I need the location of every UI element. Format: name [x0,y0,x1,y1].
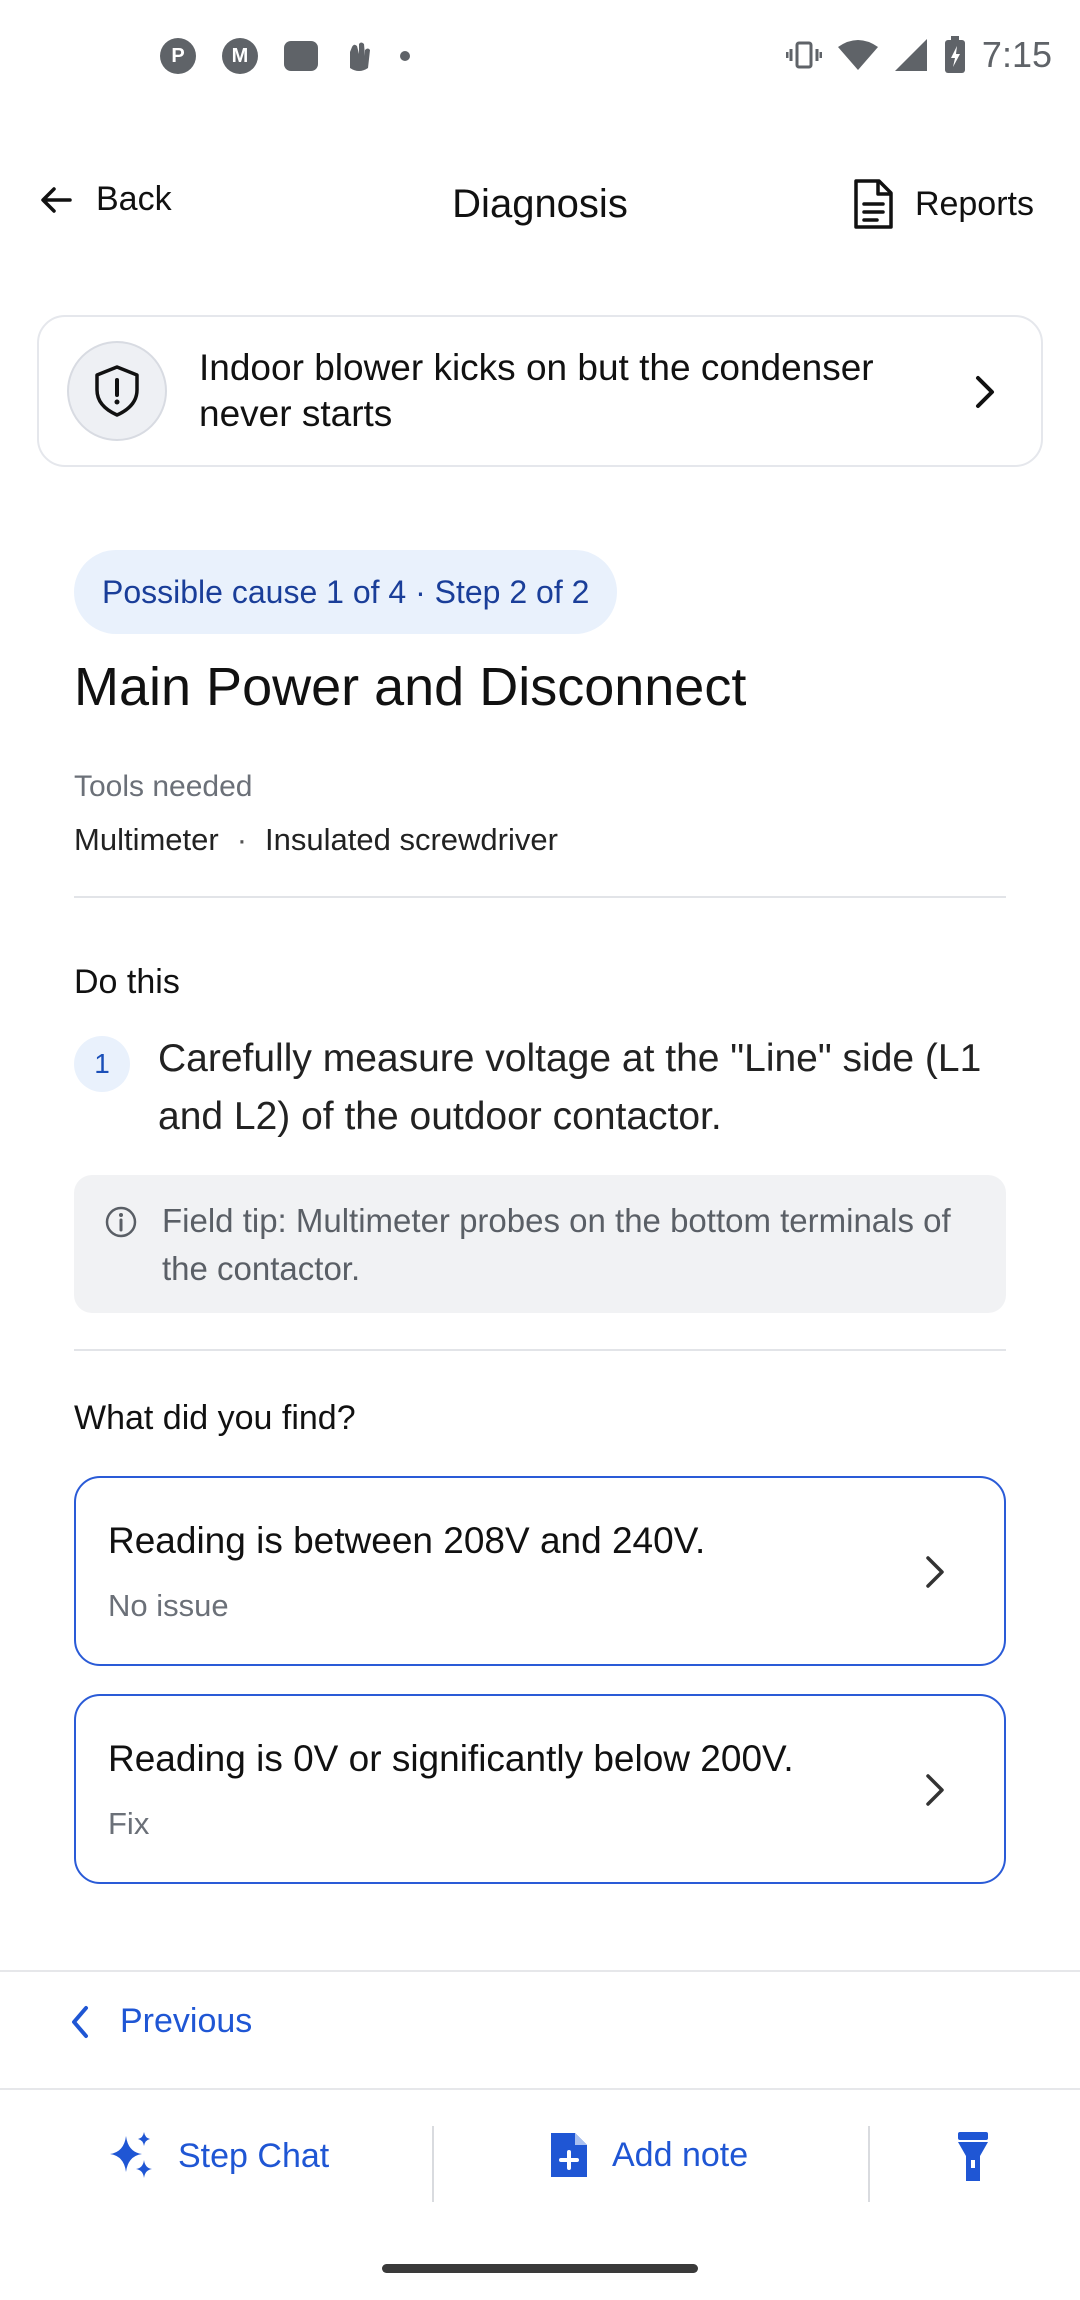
vibrate-icon [785,41,822,69]
sparkle-icon [110,2132,152,2178]
tool-separator: · [236,822,248,857]
flashlight-icon [958,2132,988,2181]
step-chat-label: Step Chat [178,2136,330,2175]
findings-heading: What did you find? [74,1399,356,1437]
issue-description: Indoor blower kicks on but the condenser… [199,347,874,434]
divider [74,896,1006,898]
shield-icon [67,341,167,441]
app-header: Back Diagnosis Reports [0,150,1080,265]
p-notification-icon: P [160,38,196,74]
hand-icon [350,42,370,71]
step-chat-button[interactable]: Step Chat [104,2130,329,2182]
signal-icon [894,39,927,71]
tool-item: Insulated screwdriver [265,822,558,857]
step-title: Main Power and Disconnect [74,657,747,717]
document-icon [854,179,893,229]
divider [868,2126,870,2202]
step-progress-badge: Possible cause 1 of 4 · Step 2 of 2 [74,550,618,634]
wallet-icon [284,41,318,71]
reports-button[interactable]: Reports [851,178,1034,230]
bottom-action-bar: Step Chat Add note [0,2090,1080,2240]
tools-list: Multimeter · Insulated screwdriver [74,822,558,858]
status-bar: P M 7:15 [0,0,1080,120]
flashlight-button[interactable] [955,2130,991,2184]
clock: 7:15 [981,34,1052,75]
finding-option-outcome: Fix [108,1806,150,1841]
previous-button[interactable]: Previous [70,2002,252,2041]
chevron-right-icon [926,1556,944,1588]
do-this-heading: Do this [74,963,180,1001]
finding-option-title: Reading is between 208V and 240V. [108,1520,706,1561]
tool-item: Multimeter [74,822,219,857]
divider [74,1349,1006,1351]
chevron-left-icon [72,2005,88,2038]
field-tip-text: Field tip: Multimeter probes on the bott… [162,1202,951,1287]
previous-label: Previous [120,2002,253,2040]
chevron-right-icon [926,1774,944,1806]
add-note-icon [551,2133,587,2177]
system-icons: 7:15 [785,34,1052,76]
more-notifications-dot [400,51,410,61]
home-indicator[interactable] [382,2264,698,2273]
instruction-number: 1 [74,1036,130,1092]
battery-charging-icon [944,36,965,73]
instruction-text: Carefully measure voltage at the "Line" … [158,1037,982,1138]
wifi-icon [837,40,878,70]
field-tip: Field tip: Multimeter probes on the bott… [74,1175,1006,1313]
divider [0,1970,1080,1972]
finding-option-title: Reading is 0V or significantly below 200… [108,1738,794,1779]
motorola-icon: M [222,38,258,74]
finding-option-fix[interactable]: Reading is 0V or significantly below 200… [74,1694,1006,1884]
finding-option-outcome: No issue [108,1588,229,1623]
tools-needed-label: Tools needed [74,770,253,803]
add-note-button[interactable]: Add note [548,2130,748,2180]
chevron-right-icon [976,376,994,408]
notification-icons: P M [160,38,410,74]
add-note-label: Add note [612,2135,749,2174]
divider [432,2126,434,2202]
finding-option-no-issue[interactable]: Reading is between 208V and 240V. No iss… [74,1476,1006,1666]
reports-label: Reports [914,184,1034,223]
info-icon [105,1206,137,1238]
issue-summary-card[interactable]: Indoor blower kicks on but the condenser… [37,315,1043,467]
